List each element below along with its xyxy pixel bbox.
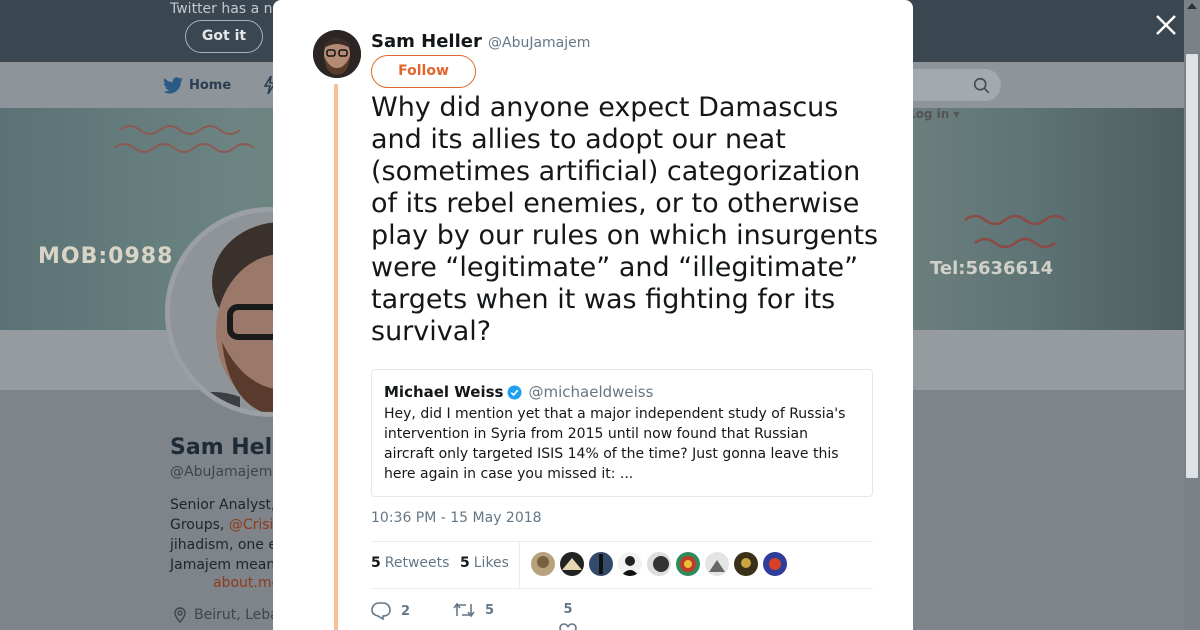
search-icon	[973, 77, 990, 94]
liker-avatar[interactable]	[560, 552, 584, 576]
tweet-modal: Sam Heller @AbuJamajem Follow Why did an…	[273, 0, 913, 630]
login-link[interactable]: Log in ▾	[908, 107, 960, 121]
liker-avatar[interactable]	[531, 552, 555, 576]
retweet-icon	[453, 602, 475, 618]
reply-icon	[371, 602, 391, 620]
retweet-action[interactable]: 5	[453, 602, 494, 618]
tweet-text: Why did anyone expect Damascus and its a…	[371, 92, 879, 347]
quoted-author-handle: @michaeldweiss	[528, 383, 654, 401]
nav-home-label: Home	[189, 78, 232, 93]
close-icon[interactable]	[1153, 12, 1179, 38]
bio-line: Jamajem mean	[170, 557, 276, 573]
scrollbar-thumb[interactable]	[1186, 54, 1198, 478]
twitter-bird-icon	[163, 77, 183, 94]
retweets-label: Retweets	[384, 555, 450, 571]
thread-line	[334, 84, 338, 630]
like-action[interactable]: 5	[559, 602, 577, 630]
profile-location-text: Beirut, Leba	[194, 607, 279, 623]
likes-count: 5	[460, 555, 470, 571]
got-it-button[interactable]: Got it	[185, 20, 263, 53]
author-handle[interactable]: @AbuJamajem	[488, 35, 590, 51]
tweet-timestamp[interactable]: 10:36 PM - 15 May 2018	[371, 510, 542, 526]
bio-text: Groups,	[170, 517, 229, 533]
bio-line: Senior Analyst,	[170, 497, 276, 513]
likes-stat[interactable]: 5 Likes	[460, 555, 509, 571]
cover-sign-decoration-right	[964, 214, 1066, 249]
quoted-tweet-header: Michael Weiss @michaeldweiss	[384, 383, 653, 401]
likes-label: Likes	[473, 555, 509, 571]
cover-sign-right: Tel:5636614	[930, 258, 1054, 279]
tweet-actions: 2 5 5	[371, 600, 873, 630]
reply-action[interactable]: 2	[371, 602, 410, 620]
nav-home[interactable]: Home	[163, 77, 231, 94]
liker-avatar[interactable]	[676, 552, 700, 576]
profile-website-link[interactable]: about.me	[213, 575, 280, 591]
liker-avatar[interactable]	[734, 552, 758, 576]
quoted-author-name: Michael Weiss	[384, 383, 504, 401]
profile-name: Sam Hell	[170, 435, 280, 460]
quoted-tweet[interactable]: Michael Weiss @michaeldweiss Hey, did I …	[371, 369, 873, 497]
bio-mention-link[interactable]: @Crisi	[229, 517, 274, 533]
liker-avatar[interactable]	[618, 552, 642, 576]
liker-avatars	[531, 552, 787, 576]
profile-location: Beirut, Leba	[172, 607, 279, 623]
liker-avatar[interactable]	[647, 552, 671, 576]
profile-bio: Senior Analyst, Groups, @Crisi jihadism,…	[170, 495, 280, 575]
scroll-up-arrow[interactable]	[1187, 3, 1197, 9]
cover-sign-decoration	[113, 125, 255, 153]
search-input[interactable]	[905, 69, 1001, 101]
bio-line: Groups, @Crisi	[170, 515, 280, 535]
tweet-stats: 5 Retweets 5 Likes	[371, 541, 873, 589]
retweets-stat[interactable]: 5 Retweets	[371, 555, 449, 571]
heart-icon	[559, 623, 577, 630]
author-avatar[interactable]	[313, 30, 361, 78]
profile-handle: @AbuJamajem	[170, 464, 273, 480]
author-avatar-image	[313, 30, 361, 78]
cover-sign-left: MOB:0988	[38, 244, 174, 269]
verified-icon	[507, 384, 523, 400]
author-name[interactable]: Sam Heller	[371, 31, 482, 52]
location-icon	[174, 607, 186, 623]
bio-line: jihadism, one e	[170, 537, 277, 553]
retweet-count: 5	[485, 602, 495, 618]
liker-avatar[interactable]	[763, 552, 787, 576]
liker-avatar[interactable]	[589, 552, 613, 576]
banner-message: Twitter has a n	[170, 1, 273, 17]
quoted-tweet-text: Hey, did I mention yet that a major inde…	[384, 406, 846, 482]
stats-divider	[519, 542, 520, 589]
liker-avatar[interactable]	[705, 552, 729, 576]
retweets-count: 5	[371, 555, 381, 571]
like-count: 5	[563, 602, 573, 617]
reply-count: 2	[401, 603, 411, 619]
follow-button[interactable]: Follow	[371, 55, 476, 88]
